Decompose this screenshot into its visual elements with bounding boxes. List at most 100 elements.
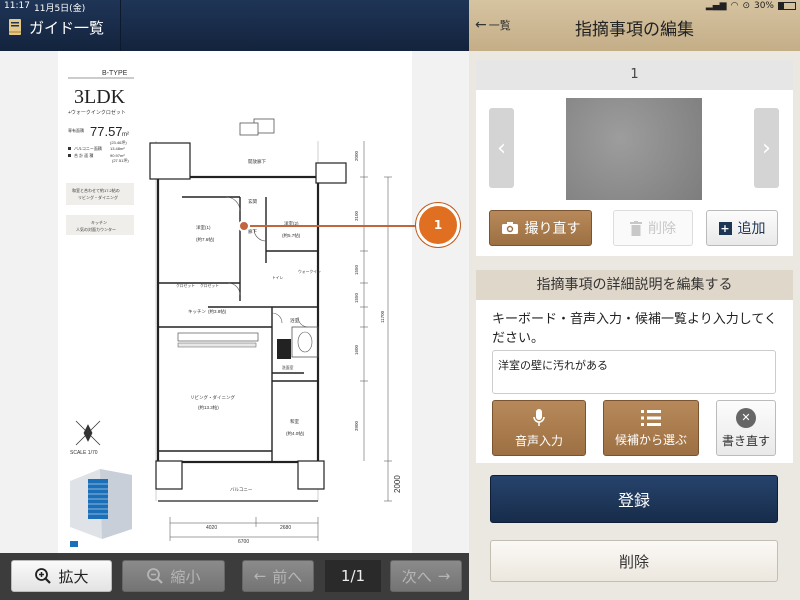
right-header: ▂▄▆ ◠ ⊙ 30% 指摘事項の編集 ← 一覧 <box>469 0 800 51</box>
photo-number: 1 <box>476 60 793 90</box>
room-western2-size: (約5.7帖) <box>282 232 301 239</box>
detail-section: キーボード・音声入力・候補一覧より入力してください。 洋室の壁に汚れがある 音声… <box>476 300 793 463</box>
book-icon <box>9 19 21 35</box>
rewrite-button[interactable]: ✕ 書き直す <box>716 400 776 456</box>
list-icon <box>641 409 661 426</box>
room-closet1: クロゼット <box>176 283 195 288</box>
dimension-right-2: 3100 <box>354 210 359 221</box>
previous-page-label: 前へ <box>272 567 303 586</box>
wifi-icon: ◠ <box>730 1 739 11</box>
total-area-tsubo: (27.51坪) <box>112 157 129 163</box>
orientation-lock-icon: ⊙ <box>742 1 750 11</box>
delete-issue-button[interactable]: 削除 <box>490 540 778 582</box>
room-hall: 開放廊下 <box>248 158 266 165</box>
zoom-out-label: 縮小 <box>170 567 201 586</box>
balcony-area-value: 13.48m² <box>110 146 125 151</box>
rewrite-label: 書き直す <box>721 433 770 448</box>
room-western1: 洋室(1) <box>196 224 211 231</box>
voice-input-button[interactable]: 音声入力 <box>492 400 586 456</box>
dimension-right-1: 2000 <box>354 150 359 161</box>
plus-icon: + <box>718 221 732 235</box>
compass-icon <box>75 420 101 446</box>
issue-photo[interactable] <box>566 98 702 200</box>
previous-page-button[interactable]: ← 前へ <box>242 560 314 592</box>
zoom-in-button[interactable]: 拡大 <box>11 560 112 592</box>
detail-heading: 指摘事項の詳細説明を編集する <box>476 270 793 300</box>
note-kitchen-line1: キッチン <box>91 220 107 225</box>
add-label: 追加 <box>737 221 766 237</box>
room-corridor: 廊下 <box>248 228 257 235</box>
chevron-right-icon: › <box>762 135 771 161</box>
dimension-right-5: 1600 <box>354 344 359 355</box>
microphone-icon <box>533 408 545 426</box>
issue-marker[interactable]: 1 <box>416 203 460 247</box>
dimension-right-6: 3900 <box>354 420 359 431</box>
room-washroom: 洗面室 <box>282 365 294 370</box>
room-entrance: 玄関 <box>248 198 257 205</box>
back-to-list-button[interactable]: ← 一覧 <box>475 17 511 33</box>
add-photo-button[interactable]: + 追加 <box>706 210 778 246</box>
status-icons: ▂▄▆ ◠ ⊙ 30% <box>706 1 796 11</box>
room-bath: 浴室 <box>290 317 299 324</box>
room-ldk: リビング・ダイニング <box>190 394 235 401</box>
input-instructions: キーボード・音声入力・候補一覧より入力してください。 <box>492 312 777 346</box>
guide-list-button[interactable]: ガイド一覧 <box>8 14 104 40</box>
layout-label: 3LDK <box>74 86 126 108</box>
description-field[interactable]: 洋室の壁に汚れがある <box>492 350 776 394</box>
arrow-right-icon: → <box>437 567 451 585</box>
battery-percent: 30% <box>753 1 774 11</box>
issue-marker-number: 1 <box>433 218 443 232</box>
floor-plan-document[interactable]: B-TYPE 3LDK +ウォークインクロゼット 専有面積 77.57 m² (… <box>58 51 412 553</box>
marker-point[interactable] <box>238 220 250 232</box>
status-time: 11:17 <box>4 1 30 11</box>
document-toolbar: 拡大 縮小 ← 前へ 1/1 次へ → <box>0 553 469 600</box>
marker-leader-line <box>244 225 440 227</box>
issue-editor-pane: ▂▄▆ ◠ ⊙ 30% 指摘事項の編集 ← 一覧 1 ‹ › 撮り直す 削除 +… <box>469 0 800 600</box>
room-walkin: ウォークイン <box>298 269 321 274</box>
delete-photo-label: 削除 <box>648 221 676 237</box>
next-page-button[interactable]: 次へ → <box>390 560 462 592</box>
building-illustration <box>70 469 132 547</box>
signal-icon: ▂▄▆ <box>705 1 727 11</box>
arrow-left-icon: ← <box>253 567 267 585</box>
battery-icon <box>778 2 796 10</box>
dimension-right-4: 1550 <box>354 292 359 303</box>
room-toilet: トイレ <box>272 275 284 280</box>
room-washitsu: 和室 <box>290 418 299 425</box>
next-page-label: 次へ <box>401 567 432 586</box>
type-label: B-TYPE <box>102 70 128 77</box>
choose-candidates-button[interactable]: 候補から選ぶ <box>603 400 699 456</box>
room-balcony: バルコニー <box>230 487 253 492</box>
dimension-bottom-right: 2680 <box>280 525 291 531</box>
next-photo-button[interactable]: › <box>754 108 779 188</box>
status-date: 11月5日(金) <box>34 4 86 14</box>
delete-photo-button[interactable]: 削除 <box>613 210 693 246</box>
floor-plan-drawing: 開放廊下 玄関 洋室(1) (約7.6帖) 洋室(2) (約5.7帖) 廊下 ク… <box>149 118 402 545</box>
previous-photo-button[interactable]: ‹ <box>489 108 514 188</box>
back-arrow-icon: ← <box>475 17 487 33</box>
room-kitchen: キッチン <box>188 309 206 314</box>
chevron-left-icon: ‹ <box>497 135 506 161</box>
register-button[interactable]: 登録 <box>490 475 778 523</box>
camera-icon <box>501 222 518 234</box>
clear-icon: ✕ <box>736 407 756 428</box>
page-indicator: 1/1 <box>325 560 381 592</box>
room-washitsu-size: (約4.0帖) <box>286 430 305 437</box>
area-value: 77.57 <box>90 124 123 139</box>
total-area-label: 合 計 面 積 <box>74 152 93 158</box>
voice-input-label: 音声入力 <box>514 433 563 448</box>
area-label: 専有面積 <box>68 127 84 133</box>
dimension-right-main: 11700 <box>380 310 385 323</box>
photo-card: 1 ‹ › <box>476 60 793 206</box>
area-unit: m² <box>122 132 129 138</box>
header-divider <box>120 0 121 51</box>
zoom-in-icon <box>35 568 52 584</box>
note-kitchen-line2: 人気の対面カウンター <box>76 226 116 232</box>
zoom-out-button[interactable]: 縮小 <box>122 560 225 592</box>
choose-candidates-label: 候補から選ぶ <box>614 432 687 447</box>
left-header: 11:17 11月5日(金) ガイド一覧 <box>0 0 469 51</box>
dimension-right-3: 1550 <box>354 264 359 275</box>
floor-plan-pane: 11:17 11月5日(金) ガイド一覧 B-TYPE 3LDK +ウォークイン… <box>0 0 469 600</box>
retake-photo-button[interactable]: 撮り直す <box>489 210 592 246</box>
layout-sub-label: +ウォークインクロゼット <box>68 109 126 116</box>
